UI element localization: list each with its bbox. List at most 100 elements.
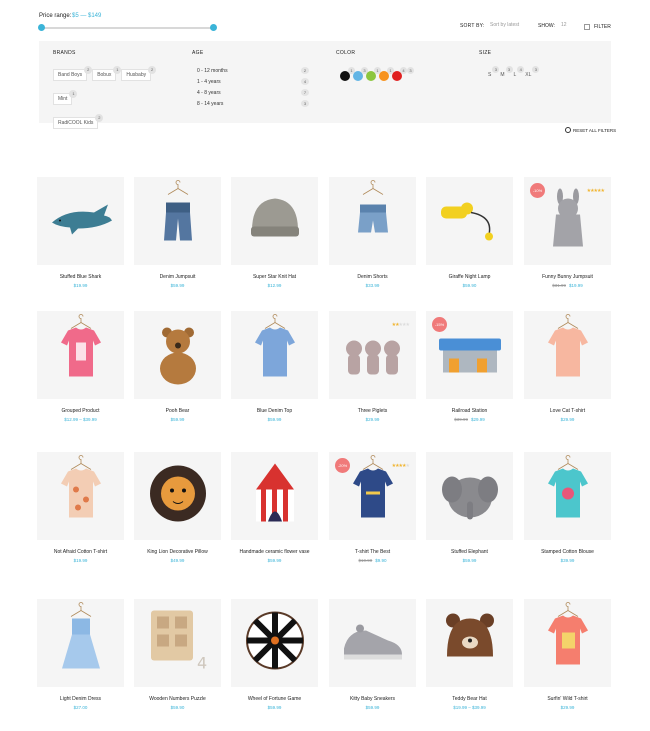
sort-by-select[interactable]: Sort by latest [490, 22, 519, 28]
filter-button[interactable]: FILTER [584, 22, 614, 31]
product-card[interactable]: -20% ★★★★★ T-shirt The Best $10.90 $9.90 [329, 452, 416, 563]
product-name[interactable]: Funny Bunny Jumpsuit [524, 274, 611, 281]
product-image[interactable] [37, 311, 124, 399]
color-swatch-red[interactable]: 4 [392, 67, 407, 81]
product-card[interactable]: Not Afraid Cotton T-shirt $19.99 [37, 452, 124, 563]
product-name[interactable]: Stamped Cotton Blouse [524, 549, 611, 556]
product-card[interactable]: Stuffed Blue Shark $19.99 [37, 177, 124, 288]
product-card[interactable]: Denim Shorts $33.99 [329, 177, 416, 288]
product-image[interactable]: -15% [426, 311, 513, 399]
product-name[interactable]: Surfin' Wild T-shirt [524, 696, 611, 703]
product-name[interactable]: Denim Jumpsuit [134, 274, 221, 281]
reset-filters-button[interactable]: RESET ALL FILTERS [565, 127, 616, 133]
brand-filter-chip[interactable]: Bobux 1 [92, 66, 122, 81]
product-name[interactable]: Three Piglets [329, 408, 416, 415]
product-image[interactable]: -20% ★★★★★ [329, 452, 416, 540]
product-image[interactable] [231, 452, 318, 540]
color-swatch-orange[interactable]: 1 [379, 67, 394, 81]
product-image[interactable] [37, 599, 124, 687]
age-filter-option[interactable]: 8 - 14 years 3 [197, 100, 309, 112]
product-name[interactable]: Railroad Station [426, 408, 513, 415]
product-card[interactable]: ★★★★★ Three Piglets $29.99 [329, 311, 416, 422]
product-image[interactable] [134, 311, 221, 399]
product-image[interactable] [231, 311, 318, 399]
product-image[interactable] [231, 177, 318, 265]
size-filter-option[interactable]: L4 [512, 66, 525, 79]
product-card[interactable]: -15% Railroad Station $39.99 $29.99 [426, 311, 513, 422]
product-card[interactable]: 4 Wooden Numbers Puzzle $59.90 [134, 599, 221, 710]
product-image[interactable] [37, 452, 124, 540]
product-image[interactable] [524, 311, 611, 399]
product-image[interactable] [134, 177, 221, 265]
product-card[interactable]: King Lion Decorative Pillow $49.99 [134, 452, 221, 563]
product-image[interactable] [426, 599, 513, 687]
product-name[interactable]: Stuffed Blue Shark [37, 274, 124, 281]
color-swatch-blue[interactable]: 3 [353, 67, 368, 81]
size-filter-option[interactable]: S3 [486, 66, 500, 79]
product-current-price: $59.99 [267, 558, 282, 563]
product-name[interactable]: King Lion Decorative Pillow [134, 549, 221, 556]
product-name[interactable]: Denim Shorts [329, 274, 416, 281]
price-slider-min-handle[interactable] [38, 24, 45, 31]
product-name[interactable]: Handmade ceramic flower vase [231, 549, 318, 556]
product-name[interactable]: T-shirt The Best [329, 549, 416, 556]
brand-filter-chip[interactable]: Husbaby 2 [121, 66, 157, 81]
show-count-select[interactable]: 12 [561, 22, 567, 28]
size-filter-option[interactable]: M3 [498, 66, 513, 79]
brand-filter-chip[interactable]: Band Boys 2 [53, 66, 93, 81]
product-image[interactable] [134, 452, 221, 540]
product-name[interactable]: Giraffe Night Lamp [426, 274, 513, 281]
product-card[interactable]: Surfin' Wild T-shirt $29.99 [524, 599, 611, 710]
age-filter-option[interactable]: 1 - 4 years 4 [197, 78, 309, 90]
product-image[interactable]: -10% ★★★★★ [524, 177, 611, 265]
product-card[interactable]: Handmade ceramic flower vase $59.99 [231, 452, 318, 563]
product-name[interactable]: Blue Denim Top [231, 408, 318, 415]
product-name[interactable]: Grouped Product [37, 408, 124, 415]
product-current-price: $9.90 [375, 558, 387, 563]
product-card[interactable]: Teddy Bear Hat $19.99 – $39.99 [426, 599, 513, 710]
product-image[interactable] [426, 452, 513, 540]
product-card[interactable]: Stuffed Elephant $59.99 [426, 452, 513, 563]
product-card[interactable]: Pooh Bear $59.99 [134, 311, 221, 422]
product-name[interactable]: Love Cat T-shirt [524, 408, 611, 415]
product-name[interactable]: Pooh Bear [134, 408, 221, 415]
product-name[interactable]: Light Denim Dress [37, 696, 124, 703]
product-name[interactable]: Wooden Numbers Puzzle [134, 696, 221, 703]
product-card[interactable]: Light Denim Dress $27.00 [37, 599, 124, 710]
product-image[interactable] [37, 177, 124, 265]
product-image[interactable] [231, 599, 318, 687]
product-card[interactable]: Love Cat T-shirt $29.99 [524, 311, 611, 422]
product-card[interactable]: Wheel of Fortune Game $59.99 [231, 599, 318, 710]
price-slider-track[interactable] [41, 27, 213, 29]
product-card[interactable]: Giraffe Night Lamp $59.90 [426, 177, 513, 288]
color-swatch-extra[interactable]: 3 [405, 67, 414, 81]
product-card[interactable]: Blue Denim Top $59.99 [231, 311, 318, 422]
product-card[interactable]: -10% ★★★★★ Funny Bunny Jumpsuit $31.99 $19.9… [524, 177, 611, 288]
age-filter-option[interactable]: 0 - 12 months 2 [197, 67, 309, 79]
product-card[interactable]: Grouped Product $12.99 – $39.99 [37, 311, 124, 422]
product-card[interactable]: Kitty Baby Sneakers $59.99 [329, 599, 416, 710]
age-filter-option[interactable]: 4 - 8 years 7 [197, 89, 309, 101]
product-image[interactable] [329, 599, 416, 687]
product-image[interactable] [426, 177, 513, 265]
product-image[interactable] [524, 452, 611, 540]
product-name[interactable]: Not Afraid Cotton T-shirt [37, 549, 124, 556]
product-image[interactable] [524, 599, 611, 687]
color-swatch-black[interactable]: 1 [340, 67, 355, 81]
size-filter-option[interactable]: XL 3 [523, 66, 540, 79]
product-name[interactable]: Stuffed Elephant [426, 549, 513, 556]
color-swatch-green[interactable]: 1 [366, 67, 381, 81]
product-card[interactable]: Stamped Cotton Blouse $39.99 [524, 452, 611, 563]
product-name[interactable]: Super Star Knit Hat [231, 274, 318, 281]
product-name[interactable]: Kitty Baby Sneakers [329, 696, 416, 703]
brand-filter-chip[interactable]: Mint 1 [53, 90, 78, 105]
price-slider-max-handle[interactable] [210, 24, 217, 31]
brand-filter-chip[interactable]: RadiCOOL Kids 2 [53, 114, 104, 129]
product-image[interactable]: 4 [134, 599, 221, 687]
product-card[interactable]: Super Star Knit Hat $12.99 [231, 177, 318, 288]
product-image[interactable] [329, 177, 416, 265]
product-image[interactable]: ★★★★★ [329, 311, 416, 399]
product-name[interactable]: Teddy Bear Hat [426, 696, 513, 703]
product-card[interactable]: Denim Jumpsuit $59.99 [134, 177, 221, 288]
product-name[interactable]: Wheel of Fortune Game [231, 696, 318, 703]
